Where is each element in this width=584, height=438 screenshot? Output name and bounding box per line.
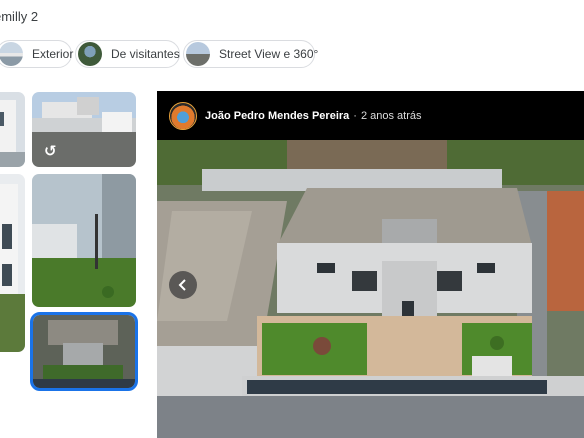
building-photo bbox=[0, 174, 25, 352]
separator-dot: · bbox=[353, 109, 357, 122]
chevron-left-icon bbox=[178, 279, 186, 291]
visitors-thumbnail bbox=[78, 42, 102, 66]
filter-chip-exterior[interactable]: Exterior bbox=[0, 40, 74, 68]
building-photo bbox=[0, 92, 25, 167]
filter-chip-visitors[interactable]: De visitantes bbox=[75, 40, 180, 68]
aerial-house-photo bbox=[157, 140, 584, 438]
filter-chip-label: De visitantes bbox=[111, 47, 180, 61]
photo-tile-360[interactable]: ↺ bbox=[32, 92, 136, 167]
author-name[interactable]: João Pedro Mendes Pereira bbox=[205, 110, 349, 122]
filter-chip-label: Street View e 360° bbox=[219, 47, 319, 61]
photo-date: 2 anos atrás bbox=[360, 109, 422, 122]
author-avatar[interactable] bbox=[169, 101, 197, 130]
rotate-360-icon: ↺ bbox=[44, 143, 57, 160]
aerial-photo-thumbnail bbox=[33, 315, 135, 388]
exterior-thumbnail bbox=[0, 42, 23, 66]
street-view-thumbnail bbox=[186, 42, 210, 66]
photo-tile[interactable] bbox=[0, 174, 25, 352]
previous-photo-button[interactable] bbox=[169, 271, 197, 299]
garden-photo bbox=[32, 174, 136, 307]
photo-viewer[interactable]: João Pedro Mendes Pereira · 2 anos atrás bbox=[157, 91, 584, 438]
filter-chip-label: Exterior bbox=[32, 47, 74, 61]
photo-tile[interactable] bbox=[0, 92, 25, 167]
photo-attribution-bar: João Pedro Mendes Pereira · 2 anos atrás bbox=[157, 91, 584, 140]
photo-tile[interactable] bbox=[32, 174, 136, 307]
photo-tile-selected[interactable] bbox=[30, 312, 138, 391]
filter-chip-street-view[interactable]: Street View e 360° bbox=[183, 40, 319, 68]
place-title: emilly 2 bbox=[0, 9, 39, 24]
